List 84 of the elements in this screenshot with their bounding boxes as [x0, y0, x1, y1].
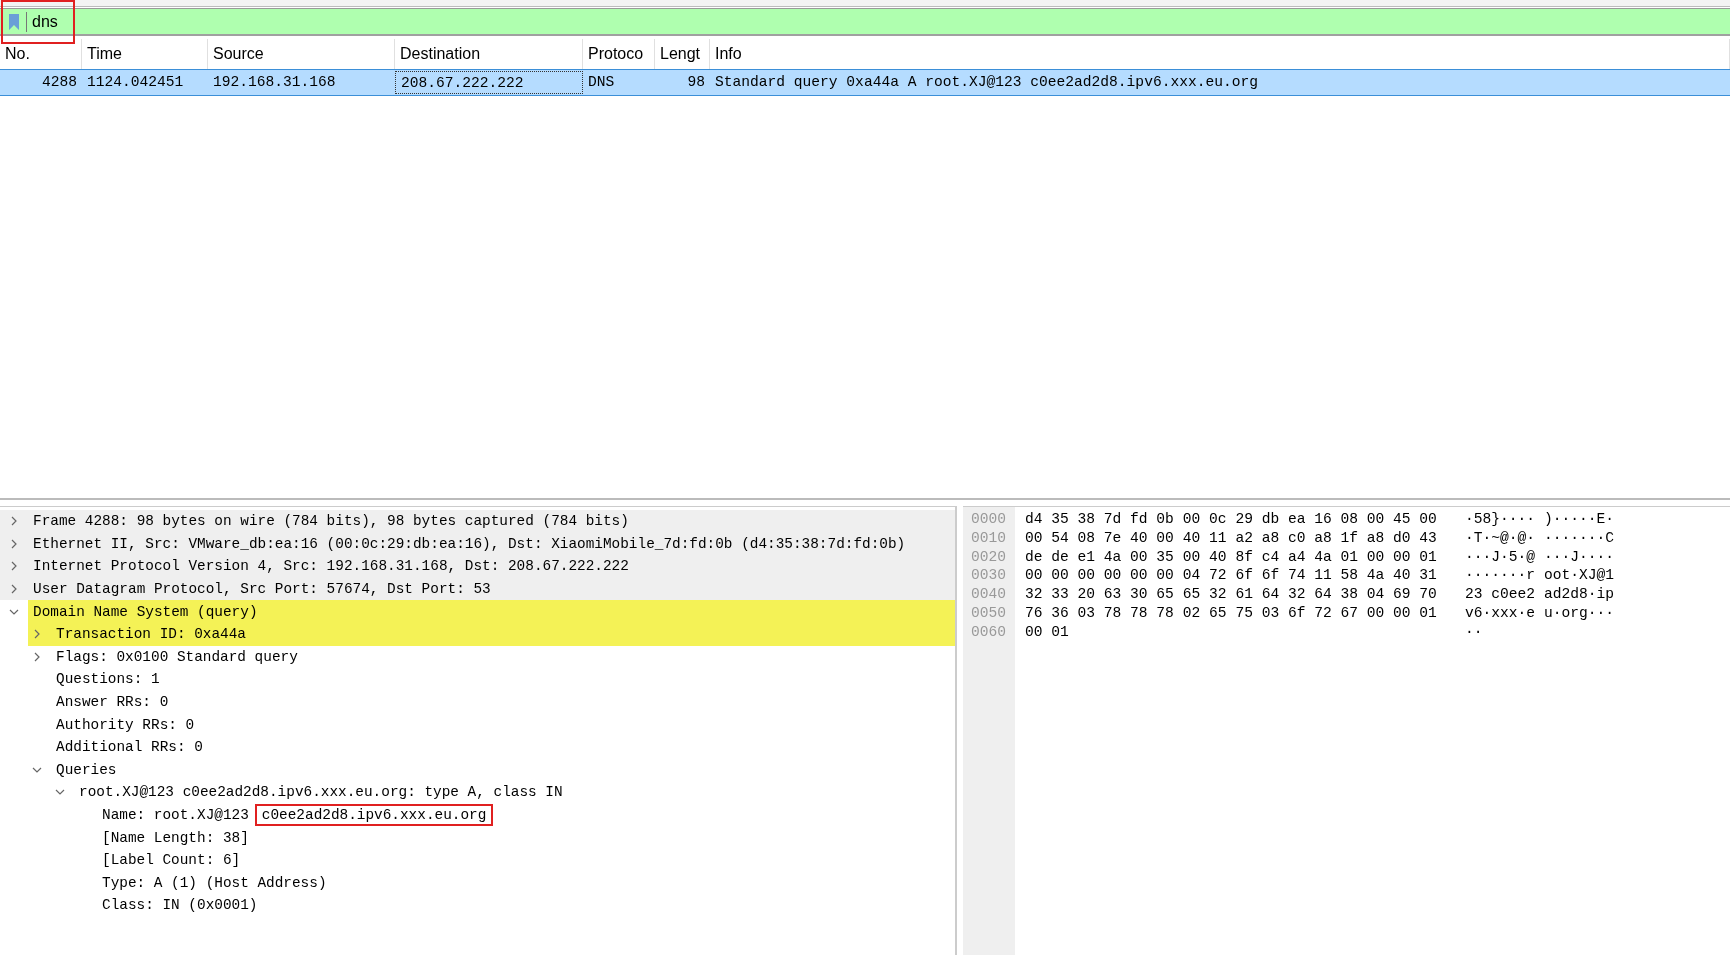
tree-item-text: Flags: 0x0100 Standard query — [56, 648, 298, 665]
tree-row[interactable]: Name: root.XJ@123 c0ee2ad2d8.ipv6.xxx.eu.org — [0, 803, 955, 827]
hex-bytes: 32 33 20 63 30 65 65 32 — [1025, 585, 1227, 604]
ascii-text: 23 c0ee2 — [1465, 585, 1536, 604]
hex-bytes: 00 00 00 00 00 00 04 72 — [1025, 566, 1227, 586]
hex-bytes: 00 54 08 7e 40 00 40 11 — [1025, 528, 1227, 548]
tree-row[interactable]: [Name Length: 38] — [0, 826, 955, 849]
tree-row[interactable]: Answer RRs: 0 — [0, 690, 955, 714]
tree-item-text: Additional RRs: 0 — [56, 739, 203, 756]
tree-row[interactable]: [Label Count: 6] — [0, 848, 955, 872]
tree-row[interactable]: root.XJ@123 c0ee2ad2d8.ipv6.xxx.eu.org: type A, class IN — [0, 781, 955, 804]
annotated-value: c0ee2ad2d8.ipv6.xxx.eu.org — [254, 804, 494, 826]
tree-item-text: Questions: 1 — [56, 671, 160, 688]
expand-chevron-icon[interactable] — [32, 651, 42, 662]
table-cell-text: 1124.042451 — [86, 73, 185, 92]
tree-item-text: Domain Name System (query) — [33, 603, 258, 620]
expand-chevron-icon[interactable] — [9, 538, 19, 549]
expand-chevron-icon[interactable] — [9, 516, 19, 527]
byte-offset: 0060 — [970, 622, 1008, 642]
tree-row[interactable]: Queries — [0, 758, 955, 782]
table-cell-text: DNS — [587, 73, 616, 92]
tree-item-text: Class: IN (0x0001) — [102, 897, 258, 914]
tree-row[interactable]: Internet Protocol Version 4, Src: 192.168.31.168, Dst: 208.67.222.222 — [0, 555, 955, 578]
hex-bytes: de de e1 4a 00 35 00 40 — [1025, 547, 1227, 567]
expand-chevron-icon[interactable] — [32, 629, 42, 640]
ascii-text: )·····E· — [1544, 510, 1615, 529]
table-cell-text: 98 — [686, 73, 706, 92]
hex-bytes: 00 01 — [1025, 622, 1069, 642]
hex-bytes: 61 64 32 64 38 04 69 70 — [1235, 585, 1437, 604]
tree-item-text: Name: root.XJ@123 — [102, 807, 249, 823]
table-cell-text: 4288 — [40, 73, 78, 92]
table-cell-text: 192.168.31.168 — [212, 73, 337, 92]
display-filter-field[interactable]: dns — [0, 8, 1730, 36]
table-cell-text: Standard query 0xa44a A root.XJ@123 c0ee2ad2d8.ipv6.xxx.eu.org — [714, 73, 1259, 92]
ascii-text: u·org··· — [1544, 604, 1615, 623]
expand-chevron-icon[interactable] — [9, 584, 19, 595]
hex-bytes: d4 35 38 7d fd 0b 00 0c — [1025, 510, 1227, 529]
tree-row[interactable]: Flags: 0x0100 Standard query — [0, 645, 955, 669]
ascii-text: ···J·5·@ — [1465, 547, 1536, 567]
tree-item-text: Queries — [56, 761, 117, 778]
ascii-text: ·T·~@·@· — [1465, 528, 1536, 548]
tree-row[interactable]: Type: A (1) (Host Address) — [0, 871, 955, 895]
tree-item-text: root.XJ@123 c0ee2ad2d8.ipv6.xxx.eu.org: type A, class IN — [79, 784, 563, 801]
tree-row[interactable]: Additional RRs: 0 — [0, 735, 955, 759]
filter-text[interactable]: dns — [32, 12, 58, 31]
expand-chevron-icon[interactable] — [9, 561, 19, 572]
hex-bytes: a2 a8 c0 a8 1f a8 d0 43 — [1235, 528, 1437, 548]
ascii-text: ·58}···· — [1465, 510, 1536, 529]
hex-bytes: 6f 6f 74 11 58 4a 40 31 — [1235, 566, 1437, 586]
tree-item-text: Authority RRs: 0 — [56, 716, 195, 733]
tree-item-text: Type: A (1) (Host Address) — [102, 874, 327, 891]
ascii-text: ·· — [1465, 622, 1483, 642]
tree-row[interactable]: User Datagram Protocol, Src Port: 57674, Dst Port: 53 — [0, 577, 955, 601]
byte-offset: 0040 — [970, 585, 1008, 604]
tree-item-text: Answer RRs: 0 — [56, 694, 169, 711]
ascii-text: ·······C — [1544, 528, 1615, 548]
byte-offset: 0050 — [970, 604, 1008, 623]
tree-row[interactable]: Authority RRs: 0 — [0, 713, 955, 736]
tree-item-text: [Name Length: 38] — [102, 829, 249, 846]
tree-item-text: Internet Protocol Version 4, Src: 192.168.31.168, Dst: 208.67.222.222 — [33, 558, 629, 575]
ascii-text: ·······r — [1465, 566, 1536, 586]
byte-offset: 0000 — [970, 510, 1008, 529]
ascii-text: v6·xxx·e — [1465, 604, 1536, 623]
ascii-text: oot·XJ@1 — [1544, 566, 1615, 586]
hex-bytes: 75 03 6f 72 67 00 00 01 — [1235, 604, 1437, 623]
byte-offset: 0010 — [970, 528, 1008, 548]
byte-offset: 0020 — [970, 547, 1008, 567]
tree-item-text: Transaction ID: 0xa44a — [56, 626, 246, 643]
hex-bytes: 76 36 03 78 78 78 02 65 — [1025, 604, 1227, 623]
tree-row[interactable]: Ethernet II, Src: VMware_db:ea:16 (00:0c:29:db:ea:16), Dst: XiaomiMobile_7d:fd:0b (d4:35:38:7d:fd:0b) — [0, 532, 955, 556]
tree-item-text: Frame 4288: 98 bytes on wire (784 bits), 98 bytes captured (784 bits) — [33, 513, 629, 530]
hex-bytes: 8f c4 a4 4a 01 00 00 01 — [1235, 547, 1437, 567]
table-cell: 208.67.222.222 — [395, 71, 583, 94]
tree-row[interactable]: Class: IN (0x0001) — [0, 894, 955, 917]
tree-item-text: [Label Count: 6] — [102, 852, 241, 869]
tree-row[interactable]: Frame 4288: 98 bytes on wire (784 bits), 98 bytes captured (784 bits) — [0, 510, 955, 533]
tree-row[interactable]: Questions: 1 — [0, 668, 955, 691]
hex-bytes: 29 db ea 16 08 00 45 00 — [1235, 510, 1437, 529]
packet-row[interactable]: 4288 1124.042451 192.168.31.168 208.67.222.222 DNS 98 Standard query 0xa44a A root.XJ@123 c0ee2ad2d8.ipv6.xxx.eu.org — [0, 69, 1730, 96]
ascii-text: ···J···· — [1544, 547, 1615, 567]
tree-item-text: User Datagram Protocol, Src Port: 57674, Dst Port: 53 — [33, 581, 491, 598]
ascii-text: ad2d8·ip — [1544, 585, 1615, 604]
byte-offset: 0030 — [970, 566, 1008, 586]
tree-item-text: Ethernet II, Src: VMware_db:ea:16 (00:0c:29:db:ea:16), Dst: XiaomiMobile_7d:fd:0b (d4:35:38:7d:fd:0b) — [33, 535, 906, 552]
